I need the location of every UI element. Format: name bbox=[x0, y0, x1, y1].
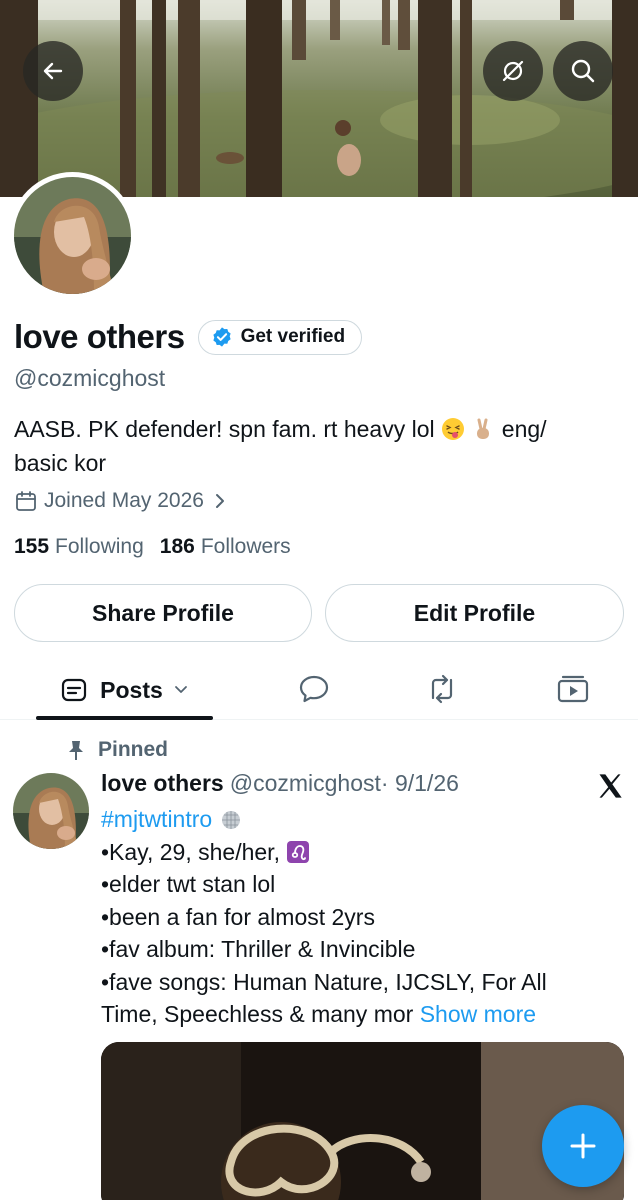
profile-handle: @cozmicghost bbox=[14, 365, 166, 391]
following-count: 155 bbox=[14, 535, 50, 558]
profile-avatar[interactable] bbox=[9, 172, 136, 299]
profile-tabs: Posts bbox=[0, 660, 638, 720]
chevron-right-icon bbox=[215, 494, 224, 508]
post-line-4: •fav album: Thriller & Invincible bbox=[101, 936, 416, 962]
tab-media[interactable] bbox=[556, 672, 590, 706]
posts-icon bbox=[62, 678, 87, 702]
pin-icon bbox=[69, 741, 83, 760]
post-text: #mjtwtintro •Kay, 29, she/her, •elder tw… bbox=[101, 803, 626, 1031]
post-line-3: •been a fan for almost 2yrs bbox=[101, 903, 375, 930]
banner-action-button[interactable] bbox=[483, 41, 543, 101]
tongue-out-emoji-icon bbox=[442, 418, 464, 440]
leo-sign-emoji-icon bbox=[287, 840, 310, 863]
display-name: love others bbox=[14, 318, 185, 355]
post-line-1: •Kay, 29, she/her, bbox=[101, 838, 280, 865]
bio-text-after: eng/ bbox=[501, 416, 547, 442]
joined-date-row[interactable]: Joined May 2026 bbox=[14, 489, 226, 513]
share-profile-button[interactable]: Share Profile bbox=[14, 584, 312, 642]
pinned-label: Pinned bbox=[98, 738, 169, 761]
x-logo-icon bbox=[599, 774, 622, 798]
bio-text: AASB. PK defender! spn fam. rt heavy lol bbox=[14, 416, 435, 442]
post-line-5: •fave songs: Human Nature, IJCSLY, For A… bbox=[101, 968, 547, 995]
edit-profile-button[interactable]: Edit Profile bbox=[325, 584, 624, 642]
post-author-avatar[interactable] bbox=[13, 773, 89, 849]
post-line-6: Time, Speechless & many mor bbox=[101, 1001, 414, 1027]
profile-bio: AASB. PK defender! spn fam. rt heavy lol… bbox=[14, 412, 629, 480]
circle-slash-icon bbox=[502, 60, 524, 82]
followers-link[interactable]: 186 Followers bbox=[160, 535, 291, 559]
get-verified-button[interactable]: Get verified bbox=[197, 319, 363, 355]
chevron-down-icon bbox=[174, 686, 187, 693]
pinned-indicator: Pinned bbox=[66, 738, 168, 762]
tab-posts-label: Posts bbox=[100, 676, 163, 703]
following-label: Following bbox=[55, 535, 144, 558]
search-button[interactable] bbox=[553, 41, 613, 101]
profile-banner[interactable] bbox=[0, 0, 638, 197]
followers-label: Followers bbox=[200, 535, 291, 558]
get-verified-label: Get verified bbox=[240, 326, 346, 347]
show-more-link[interactable]: Show more bbox=[420, 1001, 536, 1027]
back-arrow-icon bbox=[43, 62, 63, 80]
active-tab-indicator bbox=[36, 716, 213, 720]
post-date: · 9/1/26 bbox=[380, 770, 459, 796]
tab-reposts[interactable] bbox=[425, 672, 459, 706]
plus-icon bbox=[570, 1133, 596, 1159]
post-media[interactable] bbox=[101, 1042, 624, 1200]
search-icon bbox=[571, 59, 595, 83]
followers-count: 186 bbox=[159, 535, 195, 558]
post-author-handle[interactable]: @cozmicghost bbox=[230, 770, 381, 797]
joined-text: Joined May 2026 bbox=[44, 489, 204, 512]
follow-stats: 155 Following 186 Followers bbox=[14, 535, 307, 559]
bio-line-2: basic kor bbox=[14, 450, 107, 476]
banner-forest-image bbox=[0, 0, 638, 197]
post-media-image bbox=[101, 1042, 624, 1200]
back-button[interactable] bbox=[23, 41, 83, 101]
verified-badge-icon bbox=[212, 327, 231, 347]
tab-replies[interactable] bbox=[297, 672, 331, 706]
victory-hand-emoji-icon bbox=[477, 418, 490, 439]
disco-ball-emoji-icon bbox=[221, 811, 240, 829]
post-hashtag[interactable]: #mjtwtintro bbox=[101, 806, 212, 832]
post-author-name[interactable]: love others bbox=[101, 770, 224, 797]
compose-post-button[interactable] bbox=[542, 1105, 624, 1187]
tab-posts[interactable]: Posts bbox=[36, 660, 213, 720]
post-line-2: •elder twt stan lol bbox=[101, 871, 276, 897]
following-link[interactable]: 155 Following bbox=[14, 535, 144, 559]
avatar-image bbox=[14, 177, 131, 294]
post-header: love others @cozmicghost · 9/1/26 bbox=[101, 770, 459, 797]
calendar-icon bbox=[16, 491, 36, 511]
